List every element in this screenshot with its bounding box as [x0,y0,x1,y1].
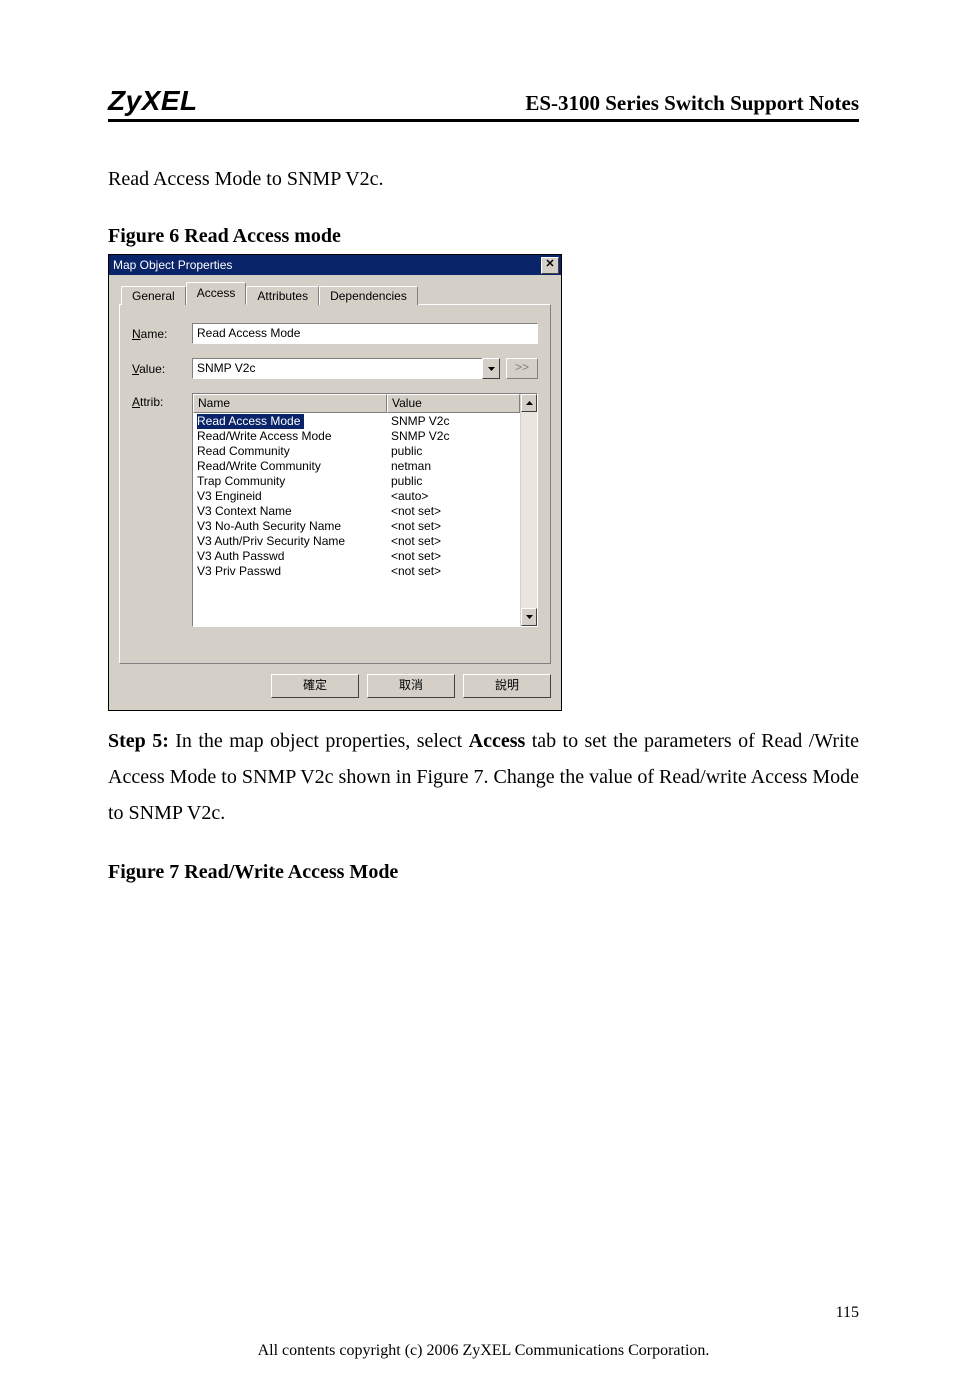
cancel-button[interactable]: 取消 [367,674,455,698]
chevron-down-icon [488,367,495,371]
name-input[interactable]: Read Access Mode [192,323,538,344]
name-label: Name: [132,327,192,341]
attrib-value-row[interactable]: SNMP V2c [391,414,520,429]
chevron-down-icon [526,615,533,619]
page-number: 115 [108,1304,859,1322]
intro-line: Read Access Mode to SNMP V2c. [108,164,859,195]
attrib-value-row[interactable]: netman [391,459,520,474]
figure7-caption: Figure 7 Read/Write Access Mode [108,861,859,884]
scroll-up-button[interactable] [521,394,537,412]
tab-access[interactable]: Access [186,282,247,305]
attrib-name-row[interactable]: V3 Auth Passwd [197,549,387,564]
attrib-name-row[interactable]: Read/Write Access Mode [197,429,387,444]
attrib-value-row[interactable]: public [391,444,520,459]
attrib-name-row[interactable]: V3 Engineid [197,489,387,504]
attrib-value-row[interactable]: public [391,474,520,489]
value-dropdown-button[interactable] [482,358,500,379]
map-object-properties-dialog: Map Object Properties ✕ General Access A… [108,254,562,711]
attrib-value-row[interactable]: <not set> [391,564,520,579]
attrib-name-row[interactable]: V3 Context Name [197,504,387,519]
list-scrollbar[interactable] [520,394,537,626]
figure6-caption: Figure 6 Read Access mode [108,225,859,248]
header-rule [108,119,859,122]
tab-attributes[interactable]: Attributes [246,286,319,305]
tab-general[interactable]: General [121,286,186,305]
attrib-value-row[interactable]: <not set> [391,534,520,549]
value-combobox[interactable]: SNMP V2c [192,358,499,379]
footer-copyright: All contents copyright (c) 2006 ZyXEL Co… [108,1342,859,1360]
attrib-name-row[interactable]: Read/Write Community [197,459,387,474]
attrib-value-row[interactable]: <auto> [391,489,520,504]
chevron-up-icon [526,401,533,405]
value-label: Value: [132,362,192,376]
attrib-label: Attrib: [132,393,192,409]
attrib-name-row[interactable]: Trap Community [197,474,387,489]
scroll-track[interactable] [521,412,537,608]
tab-dependencies[interactable]: Dependencies [319,286,418,305]
attrib-value-row[interactable]: SNMP V2c [391,429,520,444]
attrib-listbox[interactable]: Name Read Access ModeRead/Write Access M… [192,393,538,627]
attrib-name-row[interactable]: V3 Priv Passwd [197,564,387,579]
doc-title: ES-3100 Series Switch Support Notes [525,85,859,116]
dialog-titlebar: Map Object Properties ✕ [109,255,561,275]
scroll-down-button[interactable] [521,608,537,626]
value-extend-button[interactable]: >> [506,358,538,379]
attrib-value-row[interactable]: <not set> [391,519,520,534]
attrib-name-row[interactable]: Read Access Mode [197,414,304,429]
attrib-name-row[interactable]: V3 Auth/Priv Security Name [197,534,387,549]
tab-strip: General Access Attributes Dependencies [119,283,551,304]
col-header-value[interactable]: Value [387,394,520,413]
dialog-title: Map Object Properties [113,258,539,272]
attrib-value-row[interactable]: <not set> [391,549,520,564]
step5-label: Step 5: [108,730,169,752]
brand-logo: ZyXEL [108,85,214,117]
ok-button[interactable]: 確定 [271,674,359,698]
attrib-name-row[interactable]: Read Community [197,444,387,459]
attrib-value-row[interactable]: <not set> [391,504,520,519]
step5-paragraph: Step 5: In the map object properties, se… [108,723,859,831]
help-button[interactable]: 說明 [463,674,551,698]
attrib-name-row[interactable]: V3 No-Auth Security Name [197,519,387,534]
col-header-name[interactable]: Name [193,394,387,413]
tab-panel-access: Name: Read Access Mode Value: SNMP V2c >… [119,304,551,664]
close-button[interactable]: ✕ [541,257,559,274]
